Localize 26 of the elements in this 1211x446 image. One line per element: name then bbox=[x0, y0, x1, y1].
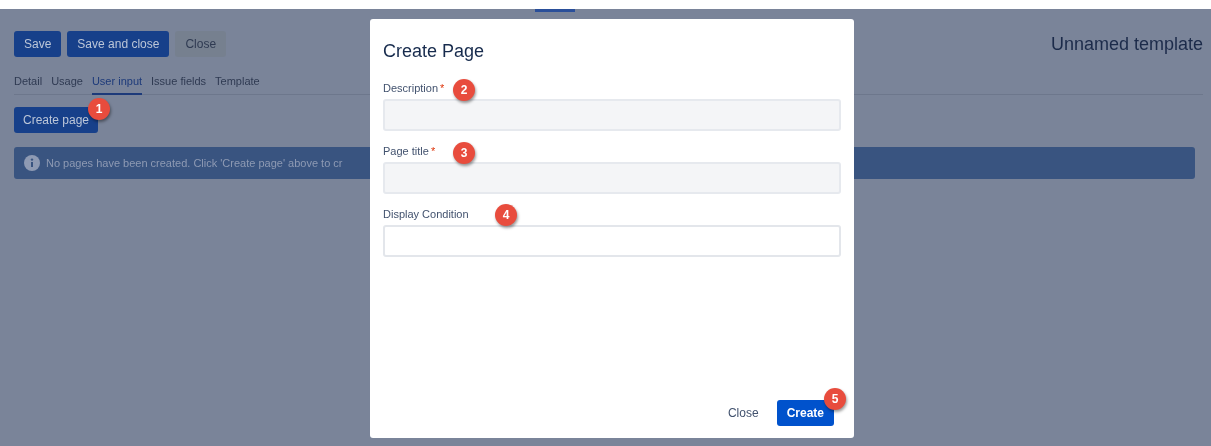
info-icon bbox=[24, 155, 40, 171]
step-badge: 5 bbox=[824, 388, 846, 410]
tab[interactable]: User input bbox=[91, 71, 143, 95]
dialog-title: Create Page bbox=[383, 41, 486, 62]
step-badge: 4 bbox=[495, 204, 517, 226]
toolbar-button[interactable]: Save and close bbox=[67, 31, 170, 57]
required-mark: * bbox=[440, 82, 445, 94]
step-badge: 3 bbox=[453, 142, 475, 164]
toolbar-button[interactable]: Close bbox=[175, 31, 227, 57]
field-label: Description bbox=[383, 82, 439, 94]
info-message: No pages have been created. Click 'Create page' above to cr bbox=[46, 157, 343, 169]
tab[interactable]: Issue fields bbox=[151, 71, 207, 95]
required-mark: * bbox=[430, 145, 436, 157]
field-label: Display Condition bbox=[383, 208, 469, 220]
text-field[interactable] bbox=[383, 225, 841, 257]
step-badge: 1 bbox=[88, 98, 110, 120]
page-title: Unnamed template bbox=[1050, 33, 1203, 55]
dialog-button[interactable]: Close bbox=[717, 400, 769, 426]
toolbar-button[interactable]: Save bbox=[14, 31, 62, 57]
text-field[interactable] bbox=[383, 162, 841, 194]
tab[interactable]: Detail bbox=[14, 71, 43, 95]
field-label: Page title bbox=[383, 145, 429, 157]
step-badge: 2 bbox=[453, 79, 475, 101]
tab[interactable]: Template bbox=[215, 71, 260, 95]
text-field[interactable] bbox=[383, 99, 841, 131]
tab[interactable]: Usage bbox=[51, 71, 83, 95]
